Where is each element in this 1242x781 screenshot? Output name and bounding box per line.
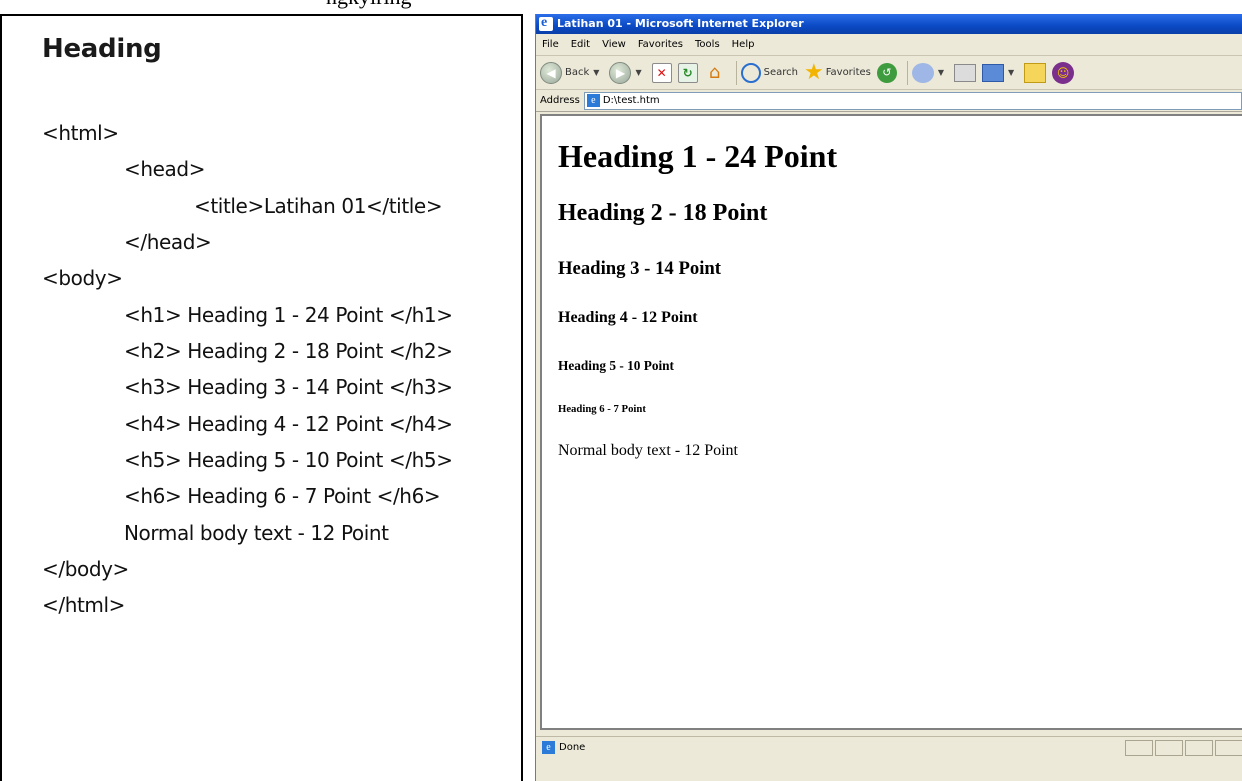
status-pane <box>1155 740 1183 756</box>
stop-button[interactable]: ✕ <box>651 62 672 83</box>
code-line: Normal body text - 12 Point <box>124 521 389 545</box>
code-line: <title>Latihan 01</title> <box>194 194 443 218</box>
rendered-h5: Heading 5 - 10 Point <box>558 358 674 373</box>
home-icon: ⌂ <box>708 62 721 83</box>
rendered-h2: Heading 2 - 18 Point <box>558 200 768 226</box>
edit-icon <box>982 63 1005 82</box>
messenger-icon: ☺ <box>1052 61 1075 84</box>
star-icon: ★ <box>803 59 824 85</box>
page-icon: e <box>586 94 600 107</box>
print-button[interactable] <box>954 63 977 82</box>
address-value: D:\test.htm <box>602 95 660 106</box>
status-panes <box>1123 740 1242 756</box>
forward-arrow-icon: ▶ <box>609 61 632 84</box>
back-button[interactable]: ◀ Back ▼ <box>540 61 603 84</box>
code-line: <h2> Heading 2 - 18 Point </h2> <box>124 339 453 363</box>
menu-edit[interactable]: Edit <box>571 39 590 50</box>
chevron-down-icon: ▼ <box>593 68 600 77</box>
search-label: Search <box>763 67 798 78</box>
status-bar: e Done <box>536 736 1242 758</box>
status-pane <box>1125 740 1153 756</box>
address-input[interactable]: e D:\test.htm <box>583 91 1242 110</box>
code-line: </body> <box>42 557 129 581</box>
toolbar-divider <box>906 60 908 85</box>
chevron-down-icon: ▼ <box>635 68 642 77</box>
history-button[interactable]: ↺ <box>876 62 897 83</box>
page-viewport[interactable]: Heading 1 - 24 Point Heading 2 - 18 Poin… <box>540 114 1242 730</box>
window-titlebar[interactable]: Latihan 01 - Microsoft Internet Explorer <box>536 14 1242 34</box>
rendered-body-text: Normal body text - 12 Point <box>558 442 738 459</box>
menu-file[interactable]: File <box>542 39 559 50</box>
back-arrow-icon: ◀ <box>540 61 562 84</box>
messenger-button[interactable]: ☺ <box>1052 61 1075 84</box>
refresh-icon: ↻ <box>677 62 698 83</box>
ie-icon <box>539 14 553 33</box>
caption-fragment: ngkyiring <box>326 0 412 8</box>
code-line: <head> <box>124 157 206 181</box>
chevron-down-icon: ▼ <box>937 68 945 77</box>
menu-tools[interactable]: Tools <box>695 39 720 50</box>
standard-toolbar: ◀ Back ▼ ▶ ▼ ✕ ↻ ⌂ Search ★ Favorites ↺ <box>536 56 1242 90</box>
window-title: Latihan 01 - Microsoft Internet Explorer <box>557 17 804 30</box>
rendered-h1: Heading 1 - 24 Point <box>558 138 838 174</box>
code-line: <html> <box>42 121 119 145</box>
edit-button[interactable]: ▼ <box>982 63 1018 82</box>
code-line: <h4> Heading 4 - 12 Point </h4> <box>124 412 453 436</box>
status-text: Done <box>559 742 586 753</box>
favorites-button[interactable]: ★ Favorites <box>803 59 871 85</box>
code-line: <h5> Heading 5 - 10 Point </h5> <box>124 448 453 472</box>
menu-view[interactable]: View <box>602 39 626 50</box>
chevron-down-icon: ▼ <box>1008 68 1015 77</box>
favorites-label: Favorites <box>825 67 871 78</box>
stop-icon: ✕ <box>651 62 672 83</box>
rendered-h6: Heading 6 - 7 Point <box>558 403 646 415</box>
mail-button[interactable]: ▼ <box>911 62 948 83</box>
status-pane <box>1185 740 1213 756</box>
code-line: <h6> Heading 6 - 7 Point </h6> <box>124 484 441 508</box>
panel-title: Heading <box>42 34 162 64</box>
search-icon <box>740 62 761 83</box>
toolbar-divider <box>735 60 737 85</box>
address-bar: Address e D:\test.htm <box>536 90 1242 112</box>
code-line: <h3> Heading 3 - 14 Point </h3> <box>124 375 453 399</box>
code-panel: Heading <html> <head> <title>Latihan 01<… <box>0 14 523 781</box>
code-line: </head> <box>124 230 212 254</box>
code-line: <body> <box>42 266 123 290</box>
refresh-button[interactable]: ↻ <box>677 62 698 83</box>
code-line: </html> <box>42 593 126 617</box>
address-label: Address <box>540 95 580 106</box>
status-pane <box>1215 740 1242 756</box>
code-line: <h1> Heading 1 - 24 Point </h1> <box>124 303 453 327</box>
forward-button[interactable]: ▶ ▼ <box>609 61 645 84</box>
note-icon <box>1024 62 1047 83</box>
search-button[interactable]: Search <box>740 62 798 83</box>
menu-bar: File Edit View Favorites Tools Help <box>536 34 1242 56</box>
back-label: Back <box>565 67 590 78</box>
page-done-icon: e <box>542 741 555 754</box>
ie-window: Latihan 01 - Microsoft Internet Explorer… <box>535 14 1242 781</box>
home-button[interactable]: ⌂ <box>704 62 726 83</box>
history-icon: ↺ <box>876 62 897 83</box>
rendered-h3: Heading 3 - 14 Point <box>558 258 722 279</box>
mail-icon <box>911 62 934 83</box>
printer-icon <box>954 63 977 82</box>
discuss-button[interactable] <box>1024 62 1047 83</box>
rendered-h4: Heading 4 - 12 Point <box>558 309 698 326</box>
menu-favorites[interactable]: Favorites <box>638 39 683 50</box>
menu-help[interactable]: Help <box>732 39 755 50</box>
